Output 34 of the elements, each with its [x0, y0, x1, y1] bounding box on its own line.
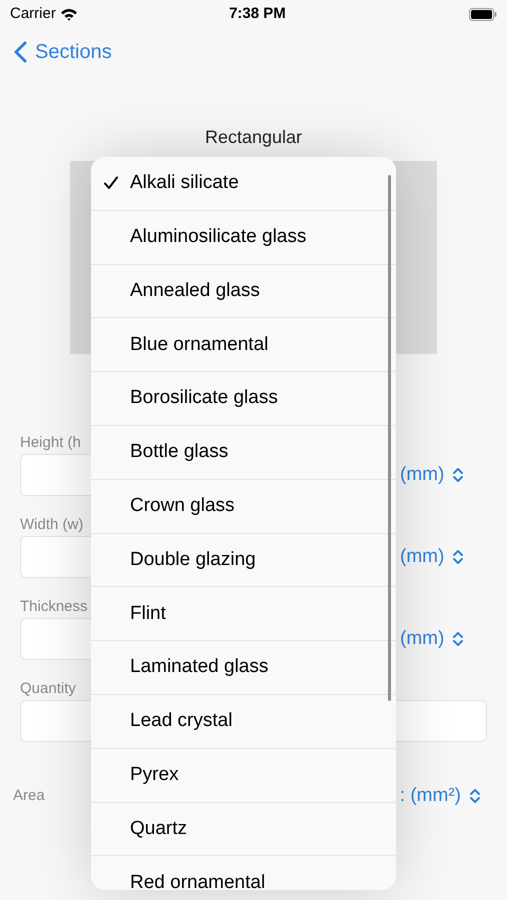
unit-picker[interactable]: (mm) — [400, 542, 464, 572]
back-button[interactable]: Sections — [14, 37, 112, 67]
wifi-icon — [60, 8, 78, 20]
result-label: Area — [13, 786, 45, 806]
menu-item[interactable]: Annealed glass — [91, 264, 396, 318]
menu-item[interactable]: Crown glass — [91, 480, 396, 534]
field-label: Thickness — [20, 597, 88, 617]
chevron-left-icon — [14, 41, 27, 63]
field-label: Height (h — [20, 433, 81, 453]
menu-item[interactable]: Lead crystal — [91, 694, 396, 749]
menu-item[interactable]: Flint — [91, 587, 396, 642]
chevron-up-down-icon — [469, 788, 481, 804]
menu-item[interactable]: Alkali silicate — [91, 157, 396, 211]
field-label: Width (w) — [20, 515, 84, 535]
unit-picker[interactable]: (mm) — [400, 460, 464, 490]
carrier-label: Carrier — [10, 4, 56, 24]
section-title: Rectangular — [204, 126, 302, 149]
menu-item[interactable]: Pyrex — [91, 748, 396, 803]
field-label: Quantity — [20, 679, 76, 699]
battery-icon — [468, 8, 497, 20]
menu-item[interactable]: Borosilicate glass — [91, 372, 396, 426]
menu-item[interactable]: Bottle glass — [91, 426, 396, 480]
chevron-up-down-icon — [452, 631, 464, 647]
unit-picker[interactable]: (mm) — [400, 624, 464, 654]
menu-item[interactable]: Blue ornamental — [91, 318, 396, 372]
chevron-up-down-icon — [452, 549, 464, 565]
menu-item[interactable]: Quartz — [91, 802, 396, 856]
menu-item[interactable]: Laminated glass — [91, 641, 396, 695]
menu-item[interactable]: Red ornamental — [91, 856, 396, 890]
status-time: 7:38 PM — [229, 4, 286, 24]
unit-picker[interactable]: : (mm²) — [400, 782, 481, 810]
chevron-up-down-icon — [452, 467, 464, 483]
menu-item[interactable]: Aluminosilicate glass — [91, 210, 396, 265]
menu-item[interactable]: Double glazing — [91, 534, 396, 588]
